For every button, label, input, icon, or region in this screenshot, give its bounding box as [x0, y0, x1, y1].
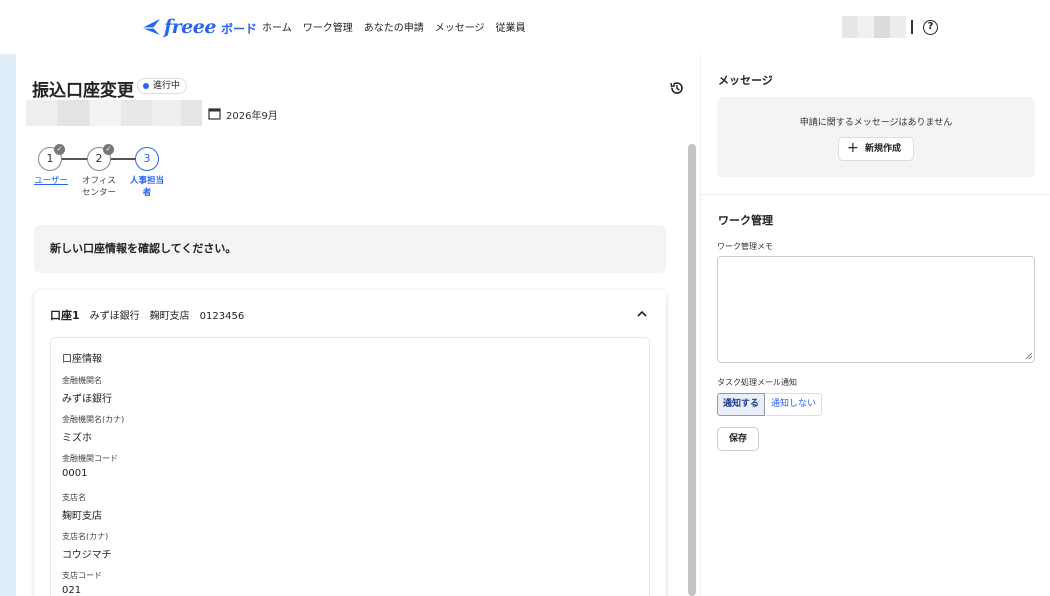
logo-text: freee	[164, 16, 216, 38]
field-value: 0001	[62, 468, 88, 479]
save-button[interactable]: 保存	[717, 427, 759, 451]
account-number: 0123456	[199, 311, 245, 322]
history-icon[interactable]	[669, 80, 685, 96]
work-title: ワーク管理	[718, 214, 773, 227]
step-3-label: 人事担当 者	[129, 176, 164, 198]
notify-off-toggle[interactable]: 通知しない	[766, 393, 823, 416]
field-label: 金融機関名(カナ)	[62, 415, 125, 424]
account-header[interactable]: 口座1 みずほ銀行 麹町支店 0123456	[50, 307, 244, 323]
account-title: 口座1	[50, 309, 80, 322]
target-period: 2026年9月	[226, 111, 278, 122]
field-value: 021	[62, 585, 82, 596]
account-bank: みずほ銀行	[89, 311, 140, 322]
step-2-label: オフィス センター	[81, 176, 116, 198]
plus-icon: +	[847, 140, 859, 156]
step-1-label[interactable]: ユーザー	[26, 175, 76, 187]
step-connector-2	[110, 158, 136, 160]
calendar-icon	[208, 108, 221, 120]
field-label: 金融機関コード	[62, 454, 118, 463]
nav-messages[interactable]: メッセージ	[435, 19, 485, 34]
notify-label: タスク処理メール通知	[717, 378, 797, 387]
main-scrollbar[interactable]	[688, 144, 696, 596]
instruction-box: 新しい口座情報を確認してください。	[34, 225, 666, 273]
request-detail: 振込口座変更 進行中 2026年9月 1 ✓ ユーザー 2 ✓ オフィス センタ…	[16, 54, 700, 596]
field-label: 支店コード	[62, 571, 102, 580]
field-value: ミズホ	[62, 433, 92, 444]
header-divider	[911, 20, 913, 34]
status-badge: 進行中	[137, 78, 188, 94]
main-nav: ホーム ワーク管理 あなたの申請 メッセージ 従業員	[262, 19, 526, 34]
new-message-label: 新規作成	[865, 144, 902, 154]
nav-my-requests[interactable]: あなたの申請	[364, 19, 424, 34]
check-icon: ✓	[54, 144, 65, 155]
messages-box: 申請に関するメッセージはありません + 新規作成	[717, 97, 1035, 177]
top-header: freee ボード ホーム ワーク管理 あなたの申請 メッセージ 従業員 ?	[0, 0, 1050, 54]
left-side-strip	[0, 54, 16, 596]
freee-bird-icon	[142, 19, 160, 35]
work-memo-textarea[interactable]	[717, 256, 1035, 363]
applicant-name-blurred	[26, 100, 202, 126]
freee-logo[interactable]: freee ボード	[140, 14, 257, 40]
chevron-up-icon[interactable]	[636, 308, 648, 320]
field-value: コウジマチ	[62, 550, 112, 561]
messages-title: メッセージ	[718, 74, 773, 87]
check-icon: ✓	[103, 144, 114, 155]
right-panel: メッセージ 申請に関するメッセージはありません + 新規作成 ワーク管理 ワーク…	[700, 54, 1050, 596]
logo-subtext: ボード	[220, 21, 257, 36]
nav-employees[interactable]: 従業員	[496, 19, 526, 34]
help-icon[interactable]: ?	[923, 20, 938, 35]
account-card: 口座1 みずほ銀行 麹町支店 0123456 口座情報 金融機関名 みずほ銀行 …	[34, 290, 666, 596]
messages-empty-text: 申請に関するメッセージはありません	[799, 118, 953, 128]
field-value: 麹町支店	[62, 511, 102, 522]
nav-work-management[interactable]: ワーク管理	[303, 19, 353, 34]
section-divider	[701, 194, 1050, 195]
section-title: 口座情報	[62, 354, 102, 365]
step-3: 3	[135, 147, 159, 171]
new-message-button[interactable]: + 新規作成	[838, 137, 914, 161]
page-title: 振込口座変更	[32, 81, 134, 101]
account-branch: 麹町支店	[149, 311, 190, 322]
user-name-blurred[interactable]	[842, 16, 906, 38]
memo-label: ワーク管理メモ	[717, 242, 773, 251]
field-label: 支店名(カナ)	[62, 532, 109, 541]
nav-home[interactable]: ホーム	[262, 19, 292, 34]
field-value: みずほ銀行	[62, 394, 112, 405]
notify-on-toggle[interactable]: 通知する	[717, 393, 766, 416]
account-info-section: 口座情報 金融機関名 みずほ銀行 金融機関名(カナ) ミズホ 金融機関コード 0…	[50, 337, 650, 596]
field-label: 支店名	[62, 493, 86, 502]
resize-grip-icon[interactable]	[1025, 352, 1033, 360]
field-label: 金融機関名	[62, 376, 102, 385]
